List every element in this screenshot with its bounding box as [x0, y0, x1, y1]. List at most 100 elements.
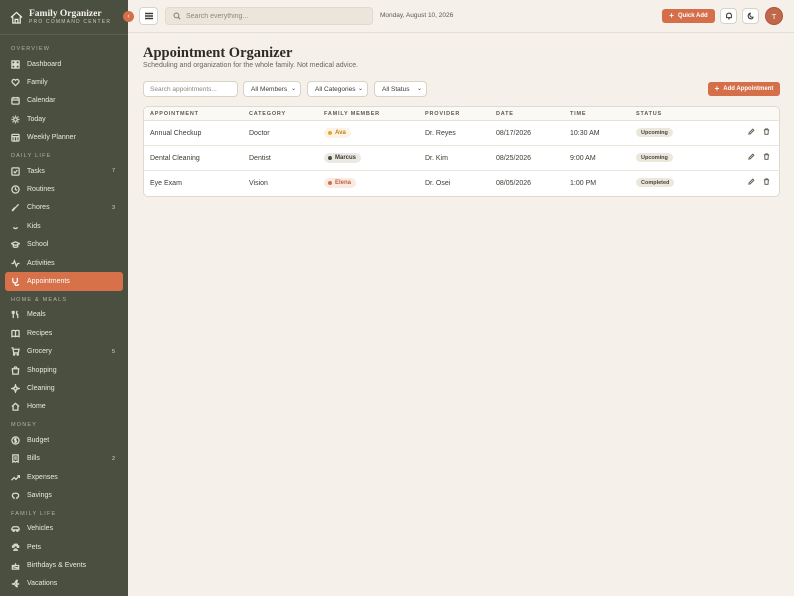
- sidebar-item-vacations[interactable]: Vacations: [0, 575, 123, 593]
- sidebar-item-dashboard[interactable]: Dashboard: [0, 55, 123, 73]
- sidebar-item-routines[interactable]: Routines: [0, 180, 123, 198]
- column-header-time[interactable]: TIME: [570, 111, 586, 117]
- sidebar-item-kids[interactable]: Kids: [0, 217, 123, 235]
- sidebar-item-appointments[interactable]: Appointments: [5, 272, 123, 291]
- sidebar-item-label: Grocery: [27, 348, 52, 356]
- sidebar-item-label: Activities: [27, 259, 55, 267]
- piggy-bank-icon: [11, 491, 20, 500]
- tasks-count-badge: 7: [111, 168, 115, 175]
- sidebar-item-label: Pets: [27, 543, 42, 551]
- brand-subtitle: PRO COMMAND CENTER: [29, 18, 112, 25]
- quick-add-label: Quick Add: [677, 13, 708, 19]
- trash-icon: [763, 153, 770, 160]
- appointment-name: Eye Exam: [150, 180, 182, 187]
- status-filter-select[interactable]: All Status ⌄: [374, 81, 427, 97]
- utensils-icon: [11, 310, 20, 319]
- collapse-sidebar-button[interactable]: ‹: [123, 11, 134, 22]
- member-filter-select[interactable]: All Members ⌄: [243, 81, 301, 97]
- bills-count-badge: 2: [111, 455, 115, 462]
- member-name: Elena: [335, 180, 352, 186]
- appointment-search-input[interactable]: [143, 81, 238, 97]
- edit-button[interactable]: [748, 128, 757, 137]
- quick-add-button[interactable]: + Quick Add: [662, 9, 715, 23]
- sidebar-item-cleaning[interactable]: Cleaning: [0, 379, 123, 397]
- planner-icon: [11, 133, 20, 142]
- member-badge: Ava: [324, 128, 351, 138]
- column-header-family-member[interactable]: FAMILY MEMBER: [324, 111, 380, 117]
- category-filter-value: All Categories: [315, 85, 356, 93]
- sidebar-item-recipes[interactable]: Recipes: [0, 324, 123, 342]
- section-label-home-meals: HOME & MEALS: [11, 296, 68, 303]
- sidebar-item-label: Weekly Planner: [27, 134, 76, 142]
- sidebar-item-weekly-planner[interactable]: Weekly Planner: [0, 129, 123, 147]
- delete-button[interactable]: [763, 178, 772, 187]
- smile-icon: [11, 222, 20, 231]
- status-filter-value: All Status: [382, 85, 410, 93]
- sidebar-item-family[interactable]: Family: [0, 73, 123, 91]
- appointment-name: Annual Checkup: [150, 130, 202, 137]
- sidebar-item-savings[interactable]: Savings: [0, 486, 123, 504]
- sidebar-item-tasks[interactable]: Tasks 7: [0, 162, 123, 180]
- appointment-category: Dentist: [249, 155, 271, 162]
- sidebar-item-activities[interactable]: Activities: [0, 254, 123, 272]
- sidebar-item-shopping[interactable]: Shopping: [0, 361, 123, 379]
- current-date: Monday, August 10, 2026: [380, 12, 454, 19]
- appointment-category: Vision: [249, 180, 268, 187]
- column-header-category[interactable]: CATEGORY: [249, 111, 286, 117]
- sidebar-item-label: Dashboard: [27, 60, 62, 68]
- pencil-icon: [748, 153, 755, 160]
- column-header-provider[interactable]: PROVIDER: [425, 111, 460, 117]
- edit-button[interactable]: [748, 178, 757, 187]
- delete-button[interactable]: [763, 128, 772, 137]
- category-filter-select[interactable]: All Categories ⌄: [307, 81, 368, 97]
- menu-toggle-button[interactable]: [139, 7, 158, 25]
- user-avatar[interactable]: T: [765, 7, 783, 25]
- table-row: Dental Cleaning Dentist Marcus Dr. Kim 0…: [144, 146, 779, 171]
- column-header-date[interactable]: DATE: [496, 111, 514, 117]
- trash-icon: [763, 128, 770, 135]
- sparkle-icon: [11, 383, 20, 393]
- edit-button[interactable]: [748, 153, 757, 162]
- status-badge: Upcoming: [636, 128, 673, 137]
- member-badge: Elena: [324, 178, 357, 188]
- appointments-table: APPOINTMENT CATEGORY FAMILY MEMBER PROVI…: [143, 106, 780, 197]
- add-appointment-button[interactable]: + Add Appointment: [708, 82, 780, 96]
- sidebar-item-vehicles[interactable]: Vehicles: [0, 520, 123, 538]
- sidebar-item-school[interactable]: School: [0, 236, 123, 254]
- notifications-button[interactable]: [720, 8, 737, 24]
- delete-button[interactable]: [763, 153, 772, 162]
- main-content: Appointment Organizer Scheduling and org…: [143, 45, 780, 197]
- hamburger-icon: [144, 12, 153, 20]
- sidebar-item-calendar[interactable]: Calendar: [0, 92, 123, 110]
- sidebar-item-label: Kids: [27, 222, 41, 230]
- column-header-appointment[interactable]: APPOINTMENT: [150, 111, 199, 117]
- sidebar-item-meals[interactable]: Meals: [0, 306, 123, 324]
- sidebar-item-expenses[interactable]: Expenses: [0, 468, 123, 486]
- column-header-status[interactable]: STATUS: [636, 111, 662, 117]
- checkbox-icon: [11, 166, 20, 176]
- sidebar-item-budget[interactable]: Budget: [0, 431, 123, 449]
- table-row: Eye Exam Vision Elena Dr. Osei 08/05/202…: [144, 171, 779, 196]
- sidebar-item-label: Vacations: [27, 580, 58, 588]
- chevron-down-icon: ⌄: [357, 86, 363, 92]
- sidebar-item-chores[interactable]: Chores 3: [0, 199, 123, 217]
- house-icon: [11, 402, 20, 412]
- receipt-icon: [11, 454, 20, 464]
- sidebar-item-today[interactable]: Today: [0, 110, 123, 128]
- sidebar-item-pets[interactable]: Pets: [0, 538, 123, 556]
- sidebar-item-bills[interactable]: Bills 2: [0, 449, 123, 467]
- bell-icon: [725, 12, 732, 20]
- cake-icon: [11, 561, 20, 570]
- theme-toggle-button[interactable]: [742, 8, 759, 24]
- sidebar-item-label: Meals: [27, 311, 46, 319]
- member-badge: Marcus: [324, 153, 362, 163]
- sidebar: Family Organizer PRO COMMAND CENTER OVER…: [0, 0, 128, 596]
- sidebar-item-grocery[interactable]: Grocery 5: [0, 342, 123, 360]
- global-search-input[interactable]: [186, 12, 366, 20]
- member-color-dot: [328, 156, 332, 160]
- member-filter-value: All Members: [251, 85, 288, 93]
- sidebar-item-birthdays-events[interactable]: Birthdays & Events: [0, 556, 123, 574]
- clock-icon: [11, 185, 20, 194]
- sidebar-item-home[interactable]: Home: [0, 398, 123, 416]
- activity-icon: [11, 258, 20, 268]
